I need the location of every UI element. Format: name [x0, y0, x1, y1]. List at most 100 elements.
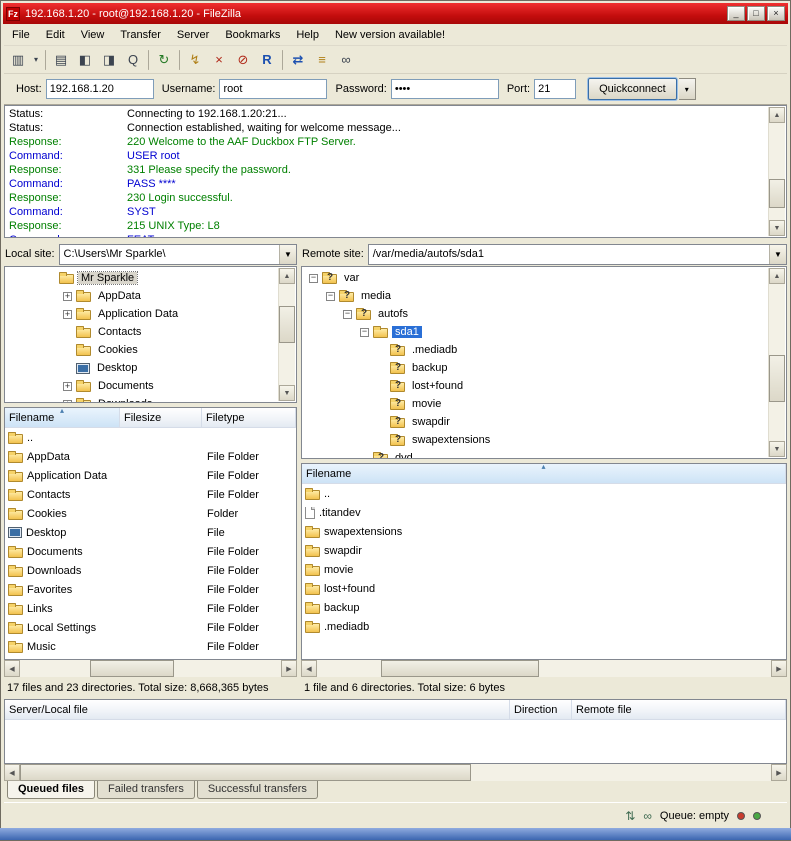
expand-toggle-icon[interactable] — [309, 274, 318, 283]
scroll-thumb[interactable] — [279, 306, 295, 342]
file-row[interactable]: .. — [302, 484, 786, 503]
reconnect-icon[interactable]: R — [255, 49, 279, 71]
remote-tree-scrollbar[interactable]: ▲ ▼ — [768, 268, 785, 457]
expand-toggle-icon[interactable] — [63, 400, 72, 404]
chevron-down-icon[interactable]: ▼ — [279, 245, 296, 264]
local-tree-scrollbar[interactable]: ▲ ▼ — [278, 268, 295, 401]
quickconnect-dropdown-icon[interactable]: ▾ — [679, 78, 696, 100]
tree-item[interactable]: lost+found — [302, 377, 766, 395]
process-queue-icon[interactable]: ↯ — [183, 49, 207, 71]
port-input[interactable] — [534, 79, 576, 99]
menu-view[interactable]: View — [73, 26, 113, 44]
file-row[interactable]: Music File Folder — [5, 637, 296, 656]
synchronized-browsing-icon[interactable]: ≡ — [310, 49, 334, 71]
title-bar[interactable]: Fz 192.168.1.20 - root@192.168.1.20 - Fi… — [3, 3, 788, 24]
column-direction[interactable]: Direction — [510, 700, 572, 719]
tree-item[interactable]: media — [302, 287, 766, 305]
disconnect-icon[interactable]: ⊘ — [231, 49, 255, 71]
scroll-down-icon[interactable]: ▼ — [769, 220, 785, 236]
find-files-icon[interactable]: ∞ — [334, 49, 358, 71]
file-row[interactable]: Cookies Folder — [5, 504, 296, 523]
log-scrollbar[interactable]: ▲ ▼ — [768, 107, 785, 236]
toggle-local-tree-icon[interactable]: ◧ — [73, 49, 97, 71]
username-input[interactable] — [219, 79, 327, 99]
file-row[interactable]: movie — [302, 560, 786, 579]
menu-edit[interactable]: Edit — [38, 26, 73, 44]
tree-item[interactable]: Desktop — [5, 359, 276, 377]
tree-item[interactable]: var — [302, 269, 766, 287]
remote-list-hscrollbar[interactable]: ◀ ▶ — [301, 660, 787, 677]
directory-comparison-icon[interactable]: ⇄ — [286, 49, 310, 71]
expand-toggle-icon[interactable] — [360, 328, 369, 337]
local-list-hscrollbar[interactable]: ◀ ▶ — [4, 660, 297, 677]
maximize-button[interactable]: □ — [747, 6, 765, 21]
host-input[interactable] — [46, 79, 154, 99]
cancel-icon[interactable]: × — [207, 49, 231, 71]
file-row[interactable]: Favorites File Folder — [5, 580, 296, 599]
transfer-queue[interactable]: Server/Local file Direction Remote file — [4, 699, 787, 764]
queue-tab[interactable]: Failed transfers — [97, 781, 195, 799]
queue-tab[interactable]: Queued files — [7, 781, 95, 799]
file-row[interactable]: swapdir — [302, 541, 786, 560]
scroll-right-icon[interactable]: ▶ — [281, 660, 297, 677]
file-row[interactable]: Local Settings File Folder — [5, 618, 296, 637]
column-filename[interactable]: Filename▴ — [302, 464, 786, 483]
tree-item[interactable]: AppData — [5, 287, 276, 305]
chevron-down-icon[interactable]: ▼ — [769, 245, 786, 264]
queue-tab[interactable]: Successful transfers — [197, 781, 318, 799]
tree-item[interactable]: movie — [302, 395, 766, 413]
scroll-thumb[interactable] — [90, 660, 174, 677]
column-filename[interactable]: Filename▴ — [5, 408, 120, 427]
file-row[interactable]: Links File Folder — [5, 599, 296, 618]
scroll-up-icon[interactable]: ▲ — [279, 268, 295, 284]
scroll-left-icon[interactable]: ◀ — [4, 660, 20, 677]
scroll-thumb[interactable] — [381, 660, 540, 677]
file-row[interactable]: backup — [302, 598, 786, 617]
file-row[interactable]: .. — [5, 428, 296, 447]
menu-file[interactable]: File — [4, 26, 38, 44]
file-row[interactable]: Desktop File — [5, 523, 296, 542]
tree-item[interactable]: Documents — [5, 377, 276, 395]
tree-item[interactable]: swapextensions — [302, 431, 766, 449]
tree-item[interactable]: backup — [302, 359, 766, 377]
close-button[interactable]: × — [767, 6, 785, 21]
menu-transfer[interactable]: Transfer — [112, 26, 169, 44]
scroll-up-icon[interactable]: ▲ — [769, 107, 785, 123]
tree-item[interactable]: .mediadb — [302, 341, 766, 359]
file-row[interactable]: AppData File Folder — [5, 447, 296, 466]
expand-toggle-icon[interactable] — [326, 292, 335, 301]
file-row[interactable]: lost+found — [302, 579, 786, 598]
tree-item[interactable]: sda1 — [302, 323, 766, 341]
file-row[interactable]: Application Data File Folder — [5, 466, 296, 485]
refresh-icon[interactable]: ↻ — [152, 49, 176, 71]
local-site-combo[interactable]: C:\Users\Mr Sparkle\ ▼ — [59, 244, 297, 265]
local-tree[interactable]: Mr Sparkle AppData Application Data — [4, 266, 297, 403]
file-row[interactable]: Contacts File Folder — [5, 485, 296, 504]
menu-bookmarks[interactable]: Bookmarks — [217, 26, 288, 44]
expand-toggle-icon[interactable] — [343, 310, 352, 319]
menu-server[interactable]: Server — [169, 26, 217, 44]
tree-item[interactable]: dvd — [302, 449, 766, 459]
scroll-up-icon[interactable]: ▲ — [769, 268, 785, 284]
file-row[interactable]: swapextensions — [302, 522, 786, 541]
toggle-queue-icon[interactable]: Q — [121, 49, 145, 71]
site-manager-icon[interactable]: ▥ — [6, 49, 30, 71]
tree-item[interactable]: Mr Sparkle — [5, 269, 276, 287]
file-row[interactable]: .titandev — [302, 503, 786, 522]
tree-item[interactable]: autofs — [302, 305, 766, 323]
quickconnect-button[interactable]: Quickconnect — [588, 78, 677, 100]
tree-item[interactable]: swapdir — [302, 413, 766, 431]
password-input[interactable] — [391, 79, 499, 99]
remote-tree[interactable]: var media autofs sda1 — [301, 266, 787, 459]
minimize-button[interactable]: _ — [727, 6, 745, 21]
toggle-remote-tree-icon[interactable]: ◨ — [97, 49, 121, 71]
file-row[interactable]: Documents File Folder — [5, 542, 296, 561]
tree-item[interactable]: Cookies — [5, 341, 276, 359]
tree-item[interactable]: Contacts — [5, 323, 276, 341]
toolbar-separator[interactable] — [45, 50, 46, 70]
scroll-thumb[interactable] — [20, 764, 471, 781]
scroll-thumb[interactable] — [769, 179, 785, 208]
file-row[interactable]: Downloads File Folder — [5, 561, 296, 580]
scroll-down-icon[interactable]: ▼ — [279, 385, 295, 401]
local-file-list[interactable]: Filename▴ Filesize Filetype .. AppData F… — [4, 407, 297, 660]
